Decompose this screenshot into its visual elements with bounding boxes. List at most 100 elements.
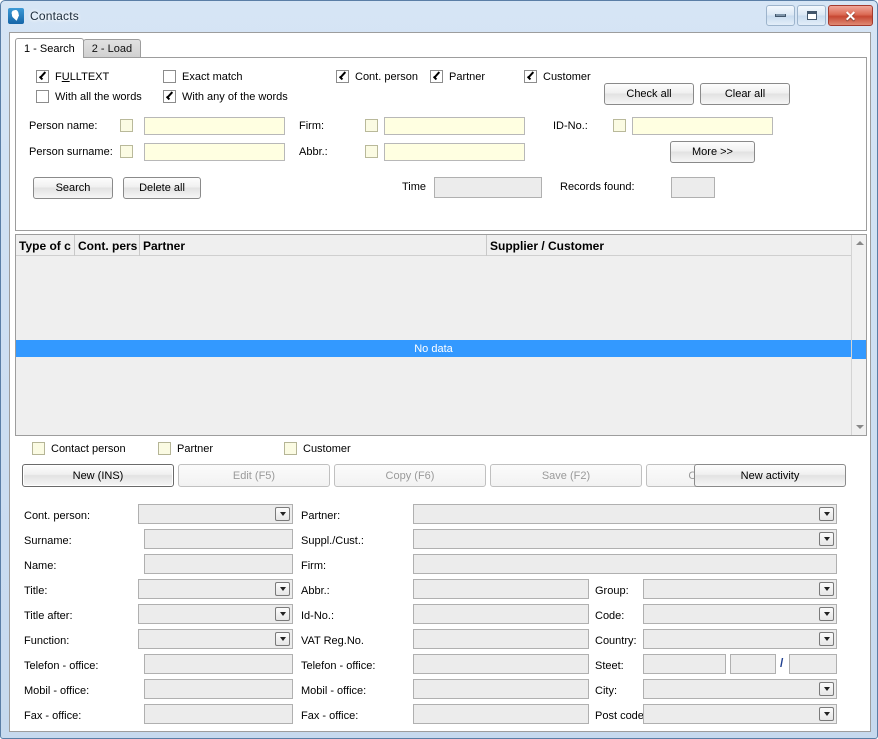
input-name[interactable] xyxy=(144,554,293,574)
chevron-down-icon[interactable] xyxy=(819,532,834,546)
chevron-down-icon[interactable] xyxy=(819,682,834,696)
chevron-down-icon[interactable] xyxy=(275,632,290,646)
checkbox-id-no[interactable] xyxy=(613,119,626,132)
delete-all-button[interactable]: Delete all xyxy=(123,177,201,199)
combo-title[interactable] xyxy=(138,579,293,599)
checkbox-cont-person[interactable]: Cont. person xyxy=(336,70,418,83)
checkbox-with-all-words-label: With all the words xyxy=(55,90,142,103)
checkbox-record-contact-person[interactable]: Contact person xyxy=(32,442,126,455)
grid-column-cont-person[interactable]: Cont. pers xyxy=(75,235,140,256)
chevron-down-icon[interactable] xyxy=(819,707,834,721)
combo-city[interactable] xyxy=(643,679,837,699)
input-steet-orientation-number[interactable] xyxy=(789,654,837,674)
input-person-surname[interactable] xyxy=(144,143,285,161)
input-mobil-office-mid[interactable] xyxy=(413,679,589,699)
combo-post-code[interactable] xyxy=(643,704,837,724)
combo-country[interactable] xyxy=(643,629,837,649)
combo-function[interactable] xyxy=(138,629,293,649)
input-telefon-office-mid[interactable] xyxy=(413,654,589,674)
input-fax-office-left[interactable] xyxy=(144,704,293,724)
checkbox-exact-match[interactable]: Exact match xyxy=(163,70,243,83)
label-cont-person: Cont. person: xyxy=(24,510,91,522)
chevron-down-icon[interactable] xyxy=(275,507,290,521)
grid-column-type-of-contact[interactable]: Type of c xyxy=(16,235,75,256)
input-mobil-office-left[interactable] xyxy=(144,679,293,699)
input-id-no-detail[interactable] xyxy=(413,604,589,624)
input-telefon-office-left[interactable] xyxy=(144,654,293,674)
input-abbr[interactable] xyxy=(384,143,525,161)
scrollbar-thumb[interactable] xyxy=(852,340,866,359)
clear-all-button[interactable]: Clear all xyxy=(700,83,790,105)
record-actions-bar: Contact person Partner Customer New (INS… xyxy=(10,438,872,490)
grid-column-partner[interactable]: Partner xyxy=(140,235,487,256)
search-button[interactable]: Search xyxy=(33,177,113,199)
checkbox-with-any-words-label: With any of the words xyxy=(182,90,288,103)
checkbox-box xyxy=(32,442,45,455)
checkbox-box xyxy=(36,90,49,103)
grid-empty-row[interactable]: No data xyxy=(16,340,851,357)
checkbox-person-name[interactable] xyxy=(120,119,133,132)
checkbox-firm[interactable] xyxy=(365,119,378,132)
grid-body[interactable]: No data xyxy=(16,256,851,435)
combo-cont-person[interactable] xyxy=(138,504,293,524)
chevron-down-icon[interactable] xyxy=(819,632,834,646)
input-steet-number[interactable] xyxy=(730,654,776,674)
chevron-down-icon[interactable] xyxy=(819,607,834,621)
input-time xyxy=(434,177,542,198)
grid-header-row: Type of c Cont. pers Partner Supplier / … xyxy=(16,235,866,256)
input-fax-office-mid[interactable] xyxy=(413,704,589,724)
input-vat-reg-no[interactable] xyxy=(413,629,589,649)
checkbox-fulltext[interactable]: FULLTEXT xyxy=(36,70,109,83)
chevron-down-icon[interactable] xyxy=(275,607,290,621)
input-id-no[interactable] xyxy=(632,117,773,135)
input-person-name[interactable] xyxy=(144,117,285,135)
tab-search[interactable]: 1 - Search xyxy=(15,38,84,58)
check-all-button[interactable]: Check all xyxy=(604,83,694,105)
label-suppl-cust: Suppl./Cust.: xyxy=(301,535,364,547)
input-surname[interactable] xyxy=(144,529,293,549)
label-abbr-detail: Abbr.: xyxy=(301,585,330,597)
input-abbr-detail[interactable] xyxy=(413,579,589,599)
combo-title-after[interactable] xyxy=(138,604,293,624)
combo-group[interactable] xyxy=(643,579,837,599)
checkbox-exact-match-label: Exact match xyxy=(182,70,243,83)
title-bar: Contacts ✕ xyxy=(1,1,877,31)
scroll-down-icon[interactable] xyxy=(852,419,866,435)
scroll-up-icon[interactable] xyxy=(852,235,866,251)
new-activity-button[interactable]: New activity xyxy=(694,464,846,487)
checkbox-record-customer[interactable]: Customer xyxy=(284,442,351,455)
input-firm[interactable] xyxy=(384,117,525,135)
checkbox-abbr[interactable] xyxy=(365,145,378,158)
tab-load[interactable]: 2 - Load xyxy=(82,39,142,58)
chevron-down-icon[interactable] xyxy=(819,507,834,521)
close-button[interactable]: ✕ xyxy=(828,5,873,26)
edit-button-label: Edit (F5) xyxy=(232,469,276,482)
combo-partner[interactable] xyxy=(413,504,837,524)
label-steet: Steet: xyxy=(595,660,624,672)
checkbox-person-surname[interactable] xyxy=(120,145,133,158)
combo-code[interactable] xyxy=(643,604,837,624)
checkbox-with-any-words[interactable]: With any of the words xyxy=(163,90,288,103)
grid-column-supplier-customer[interactable]: Supplier / Customer xyxy=(487,235,853,256)
more-button[interactable]: More >> xyxy=(670,141,755,163)
label-code: Code: xyxy=(595,610,625,622)
chevron-down-icon[interactable] xyxy=(275,582,290,596)
checkbox-record-partner[interactable]: Partner xyxy=(158,442,213,455)
input-steet-name[interactable] xyxy=(643,654,726,674)
new-button[interactable]: New (INS) xyxy=(22,464,174,487)
checkbox-with-all-words[interactable]: With all the words xyxy=(36,90,142,103)
checkbox-customer[interactable]: Customer xyxy=(524,70,591,83)
input-firm-detail[interactable] xyxy=(413,554,837,574)
chevron-down-icon[interactable] xyxy=(819,582,834,596)
window-controls: ✕ xyxy=(766,5,873,26)
results-grid[interactable]: Type of c Cont. pers Partner Supplier / … xyxy=(15,234,867,436)
label-telefon-office-left: Telefon - office: xyxy=(24,660,99,672)
contacts-window: Contacts ✕ 1 - Search 2 - Load FULLTEXT … xyxy=(0,0,878,739)
label-function: Function: xyxy=(24,635,70,647)
minimize-button[interactable] xyxy=(766,5,795,26)
grid-vertical-scrollbar[interactable] xyxy=(851,235,866,435)
checkbox-partner[interactable]: Partner xyxy=(430,70,485,83)
combo-suppl-cust[interactable] xyxy=(413,529,837,549)
contacts-app-icon xyxy=(8,8,24,24)
maximize-button[interactable] xyxy=(797,5,826,26)
